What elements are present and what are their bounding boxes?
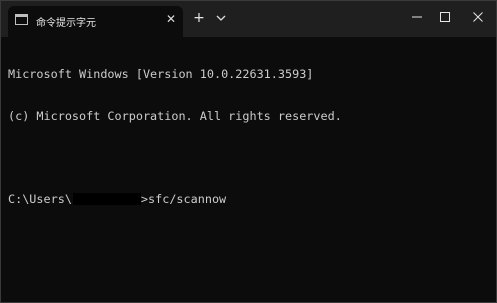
prompt-path: C:\Users\ xyxy=(8,192,72,206)
chevron-down-icon[interactable] xyxy=(215,11,227,25)
tab-command-prompt[interactable]: 命令提示字元 ✕ xyxy=(8,6,183,37)
tab-title: 命令提示字元 xyxy=(36,18,96,29)
command-line: C:\Users\ >sfc/scannow xyxy=(8,192,488,206)
minimize-icon xyxy=(412,16,422,18)
command-text: >sfc/scannow xyxy=(140,192,227,206)
new-tab-button[interactable]: + xyxy=(192,10,206,26)
close-tab-icon[interactable]: ✕ xyxy=(164,12,178,26)
maximize-icon xyxy=(440,12,450,22)
close-icon xyxy=(473,12,483,22)
version-line: Microsoft Windows [Version 10.0.22631.35… xyxy=(8,67,314,81)
terminal-output[interactable]: Microsoft Windows [Version 10.0.22631.35… xyxy=(8,39,488,234)
terminal-icon xyxy=(15,14,28,25)
title-bar[interactable]: 命令提示字元 ✕ + xyxy=(1,1,496,37)
terminal-window: 命令提示字元 ✕ + Microsoft Windows [Version 10… xyxy=(0,0,497,303)
redacted-username xyxy=(72,193,141,205)
close-window-button[interactable] xyxy=(459,1,496,33)
copyright-line: (c) Microsoft Corporation. All rights re… xyxy=(8,109,342,123)
